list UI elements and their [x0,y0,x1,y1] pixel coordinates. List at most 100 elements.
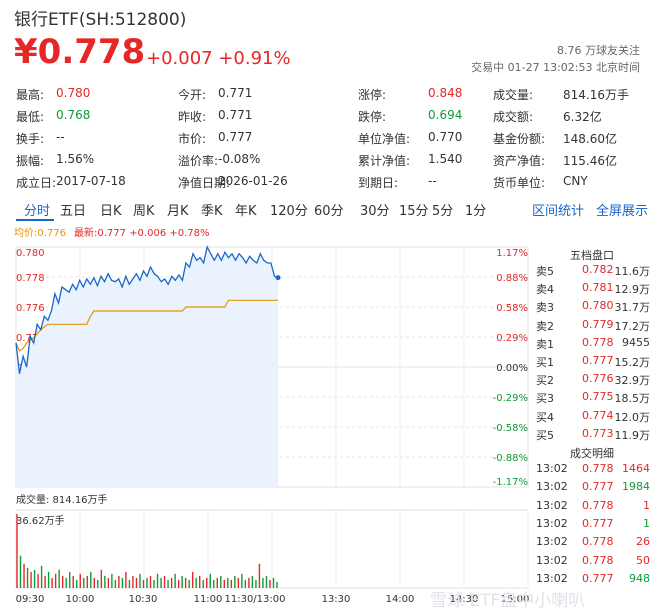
order-book-row: 买5 0.773 11.9万 [536,427,652,444]
deal-row: 13:02 0.777 1 [536,517,652,535]
deal-time: 13:02 [536,480,568,494]
order-level-price: 0.778 [582,335,614,349]
order-book-row: 卖3 0.780 31.7万 [536,299,652,316]
info-label: 基金份额: [493,132,546,146]
order-level-qty: 12.0万 [614,410,651,424]
info-value: 0.777 [218,130,253,144]
order-level-label: 卖5 [536,265,554,278]
active-tab-indicator [16,219,54,221]
order-level-label: 卖2 [536,319,554,333]
order-book-title: 五档盘口 [570,249,614,262]
deal-time: 13:02 [536,553,568,567]
y-tick-label-right: 1.17% [496,248,528,259]
order-level-price: 0.773 [582,426,614,440]
order-level-price: 0.782 [582,263,614,276]
y-tick-label-right: -0.88% [493,453,528,464]
info-value: 1.540 [428,152,463,166]
legend-last-price: 最新:0.777 +0.006 +0.78% [74,228,210,239]
tab-11[interactable]: 5分 [432,200,453,219]
info-value: 2026-01-26 [218,174,288,188]
deal-row: 13:02 0.778 1464 [536,462,652,480]
order-level-qty: 32.9万 [614,374,651,388]
order-level-label: 卖3 [536,301,554,315]
volume-max-label: 36.62万手 [16,514,65,527]
info-value: 814.16万手 [563,88,629,102]
info-value: -0.08% [218,152,261,166]
deal-qty: 1 [643,516,650,530]
deal-time: 13:02 [536,498,568,512]
tab-7[interactable]: 120分 [270,200,308,219]
range-stats-link[interactable]: 区间统计 [532,200,584,219]
tab-5[interactable]: 季K [201,200,223,219]
info-label: 市价: [178,132,207,146]
order-level-price: 0.775 [582,390,614,404]
deal-row: 13:02 0.778 1 [536,499,652,517]
y-tick-label-right: 0.88% [496,273,528,284]
deal-price: 0.778 [582,462,614,475]
info-label: 涨停: [358,88,387,102]
current-price: ¥0.778 [14,32,146,72]
deal-price: 0.777 [582,480,614,494]
y-tick-label-right: -0.58% [493,423,528,434]
tab-4[interactable]: 月K [167,200,189,219]
deal-row: 13:02 0.778 50 [536,554,652,572]
info-label: 成交额: [493,110,534,124]
order-level-qty: 15.2万 [614,356,651,369]
info-value: CNY [563,174,588,188]
info-label: 最低: [16,110,45,124]
order-level-label: 卖4 [536,283,554,297]
deal-qty: 948 [629,571,650,585]
deal-time: 13:02 [536,462,568,475]
deal-qty: 26 [636,535,650,549]
security-title: 银行ETF(SH:512800) [14,10,187,30]
deal-qty: 1984 [622,480,650,494]
info-label: 资产净值: [493,154,546,168]
tab-12[interactable]: 1分 [465,200,486,219]
last-price-dot [275,275,281,281]
tab-8[interactable]: 60分 [314,200,344,219]
deal-time: 13:02 [536,516,568,530]
order-level-label: 买3 [536,392,554,406]
x-tick-label: 10:30 [129,594,158,605]
tab-3[interactable]: 周K [133,200,155,219]
deal-price: 0.777 [582,516,614,530]
x-tick-label: 10:00 [66,594,95,605]
deal-price: 0.778 [582,535,614,549]
info-value: 0.771 [218,108,253,122]
deal-time: 13:02 [536,571,568,585]
tab-2[interactable]: 日K [100,200,122,219]
tab-10[interactable]: 15分 [399,200,429,219]
info-label: 成交量: [493,88,534,102]
info-value: 0.771 [218,86,253,100]
info-label: 溢价率: [178,154,219,168]
order-level-qty: 11.6万 [614,265,651,278]
deal-row: 13:02 0.777 1984 [536,480,652,498]
order-level-price: 0.777 [582,354,614,367]
order-level-qty: 17.2万 [614,319,651,333]
tab-0[interactable]: 分时 [24,200,50,219]
deal-qty: 1464 [622,462,650,475]
fullscreen-link[interactable]: 全屏展示 [596,200,648,219]
tab-1[interactable]: 五日 [60,200,86,219]
deal-price: 0.778 [582,553,614,567]
info-label: 跌停: [358,110,387,124]
followers-count: 8.76 万球友关注 [557,44,640,57]
order-book-row: 卖1 0.778 9455 [536,336,652,353]
order-level-qty: 12.9万 [614,283,651,297]
order-book-row: 买3 0.775 18.5万 [536,390,652,407]
y-tick-label-right: 0.29% [496,333,528,344]
y-tick-label-left: 0.776 [16,303,45,314]
order-book-row: 买2 0.776 32.9万 [536,372,652,389]
tab-6[interactable]: 年K [235,200,257,219]
order-level-qty: 18.5万 [614,392,651,406]
info-value: -- [56,130,65,144]
info-label: 换手: [16,132,45,146]
info-label: 到期日: [358,176,399,190]
price-change: +0.007 +0.91% [146,48,291,69]
info-label: 货币单位: [493,176,546,190]
order-level-qty: 31.7万 [614,301,651,315]
tab-9[interactable]: 30分 [360,200,390,219]
x-tick-label: 13:30 [322,594,351,605]
info-label: 昨收: [178,110,207,124]
deals-title: 成交明细 [570,447,614,460]
